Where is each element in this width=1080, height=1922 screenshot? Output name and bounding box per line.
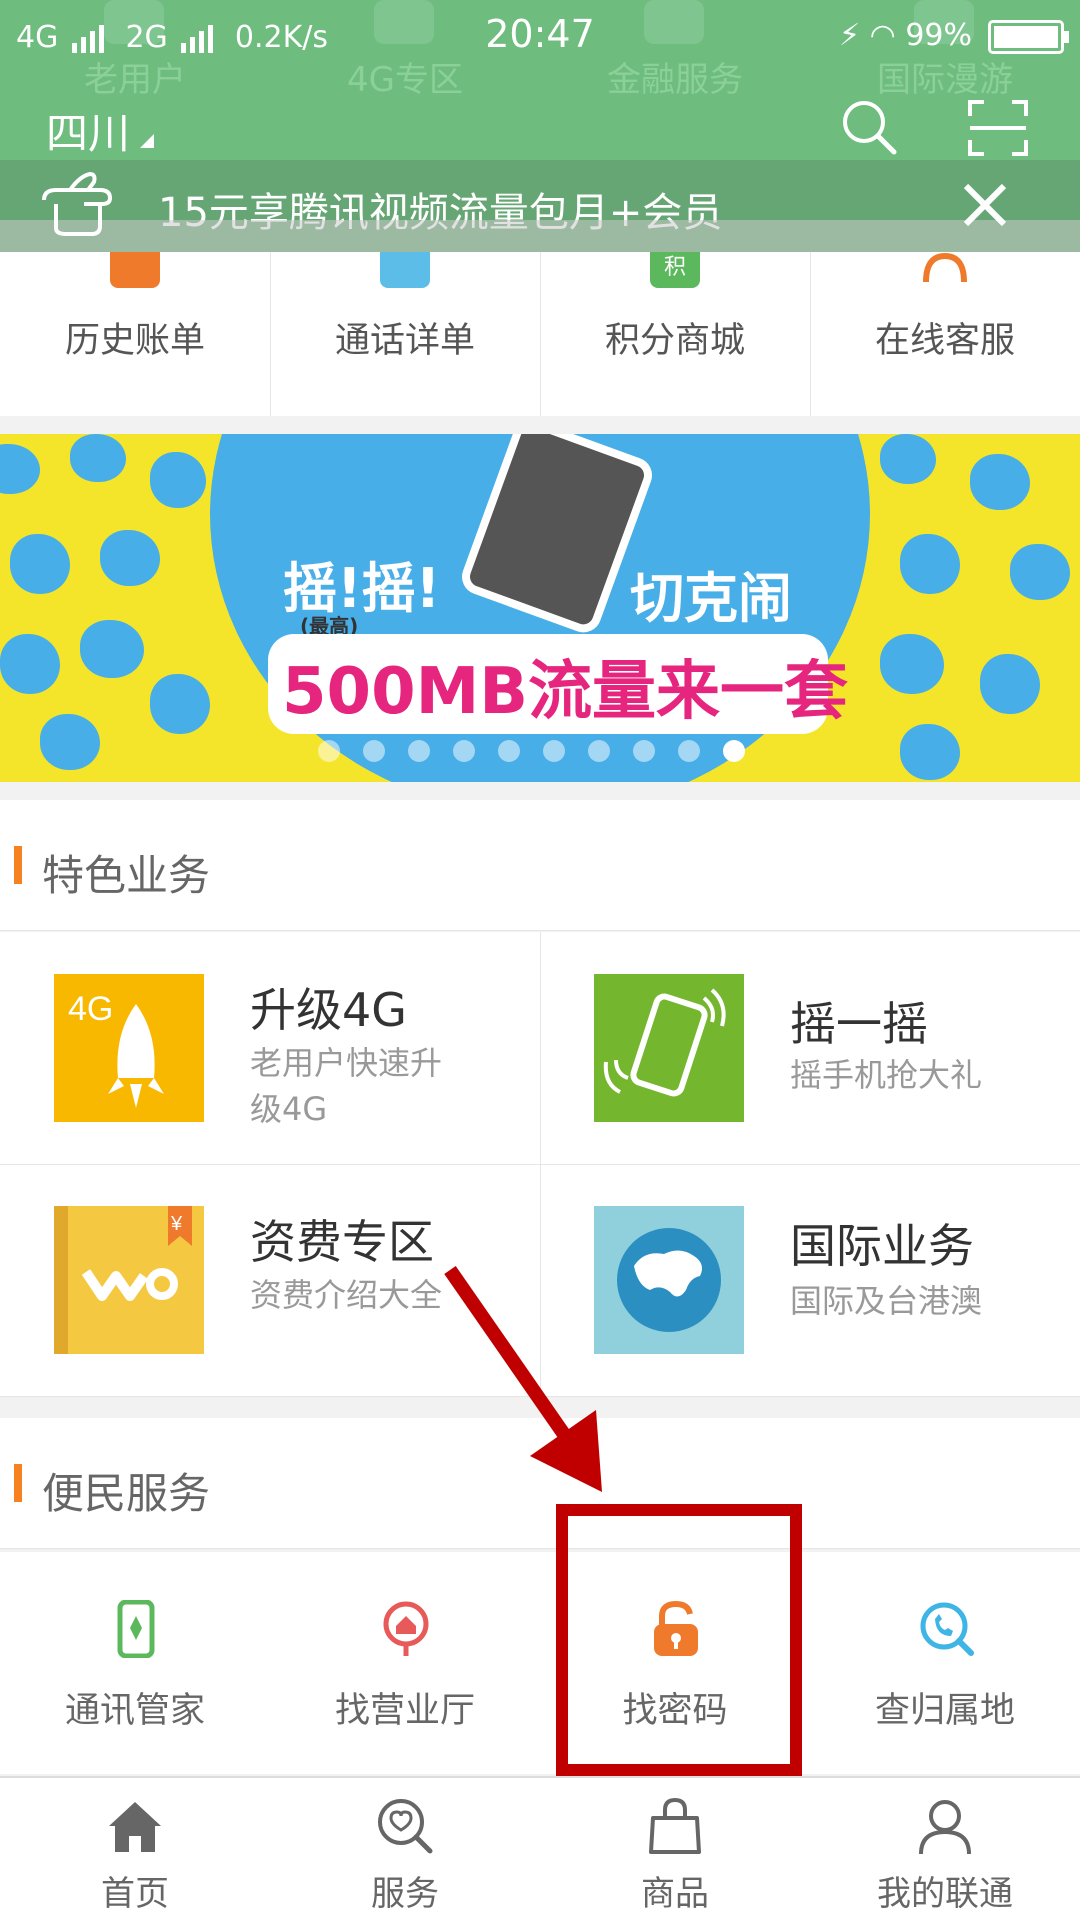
app-header: 老用户 4G专区 金融服务 国际漫游 4G 2G 0.2K/s 20:47 ⚡ … bbox=[0, 0, 1080, 160]
rocket-4g-icon: 4G bbox=[54, 974, 204, 1122]
status-bar: 4G 2G 0.2K/s 20:47 ⚡ ◠ 99% bbox=[0, 0, 1080, 70]
tab-service[interactable]: 服务 bbox=[270, 1778, 540, 1922]
service-grid: 通讯管家 找营业厅 找密码 查归属地 bbox=[0, 1552, 1080, 1774]
region-selector[interactable]: 四川 bbox=[46, 100, 155, 161]
dropdown-triangle-icon bbox=[140, 134, 155, 148]
service-label: 通讯管家 bbox=[64, 1691, 205, 1731]
quick-link-points-mall[interactable]: 积 积分商城 bbox=[540, 252, 811, 416]
section-featured-header: 特色业务 bbox=[0, 800, 1080, 931]
phone-search-icon bbox=[920, 1602, 974, 1656]
close-icon[interactable] bbox=[960, 180, 1010, 230]
card-subtitle: 摇手机抢大礼 bbox=[790, 1056, 983, 1094]
charging-icon: ⚡ bbox=[838, 18, 861, 53]
quick-link-online-service[interactable]: 在线客服 bbox=[810, 252, 1080, 416]
region-label: 四川 bbox=[46, 109, 131, 158]
tab-home[interactable]: 首页 bbox=[0, 1778, 270, 1922]
annotation-arrow bbox=[444, 1266, 602, 1492]
card-subtitle: 国际及台港澳 bbox=[790, 1282, 983, 1320]
tab-label: 服务 bbox=[371, 1874, 439, 1914]
user-icon bbox=[919, 1800, 971, 1855]
banner-text-checknow: 切克闹 bbox=[630, 567, 792, 630]
scan-icon[interactable] bbox=[968, 100, 1028, 156]
tab-label: 首页 bbox=[101, 1874, 169, 1914]
points-bag-icon: 积 bbox=[650, 252, 700, 288]
bill-icon bbox=[110, 252, 160, 288]
tab-label: 商品 bbox=[641, 1874, 709, 1914]
pointing-hand-icon bbox=[42, 172, 112, 236]
tariff-book-icon: ¥ bbox=[54, 1206, 204, 1354]
search-icon[interactable] bbox=[838, 96, 898, 156]
quick-link-label: 通话详单 bbox=[334, 321, 475, 361]
tab-label: 我的联通 bbox=[877, 1874, 1013, 1914]
tab-products[interactable]: 商品 bbox=[540, 1778, 810, 1922]
wifi-icon: ◠ bbox=[869, 18, 896, 53]
service-phone-manager[interactable]: 通讯管家 bbox=[0, 1552, 270, 1774]
battery-icon bbox=[988, 20, 1069, 54]
banner-offer-badge: 500MB流量来一套 bbox=[268, 634, 848, 734]
shopping-bag-icon bbox=[649, 1797, 701, 1854]
section-title: 特色业务 bbox=[42, 851, 211, 900]
card-title: 资费专区 bbox=[250, 1215, 434, 1269]
annotation-highlight-box bbox=[556, 1504, 802, 1776]
quick-link-label: 积分商城 bbox=[604, 321, 745, 361]
banner-offer-text: 500MB流量来一套 bbox=[282, 655, 849, 729]
service-lookup-region[interactable]: 查归属地 bbox=[810, 1552, 1080, 1774]
bottom-tab-bar: 首页 服务 商品 我的联通 bbox=[0, 1776, 1080, 1922]
section-accent-bar bbox=[14, 846, 22, 884]
home-icon bbox=[109, 1802, 161, 1852]
svg-text:4G: 4G bbox=[68, 990, 113, 1028]
quick-link-call-detail[interactable]: 通话详单 bbox=[270, 252, 541, 416]
call-detail-icon bbox=[380, 252, 430, 288]
service-search-icon bbox=[378, 1799, 433, 1854]
quick-link-bill-history[interactable]: 历史账单 bbox=[0, 252, 271, 416]
service-label: 找营业厅 bbox=[334, 1691, 475, 1731]
carousel-dots bbox=[318, 740, 768, 766]
battery-percent: 99% bbox=[905, 18, 972, 53]
shake-phone-icon bbox=[594, 974, 744, 1122]
card-upgrade-4g[interactable]: 4G 升级4G 老用户快速升级4G bbox=[0, 932, 541, 1165]
card-subtitle: 老用户快速升级4G bbox=[250, 1044, 443, 1128]
phone-manager-icon bbox=[117, 1600, 155, 1658]
card-shake[interactable]: 摇一摇 摇手机抢大礼 bbox=[540, 932, 1080, 1165]
card-title: 国际业务 bbox=[790, 1219, 974, 1273]
card-title: 升级4G bbox=[250, 983, 407, 1037]
notice-shadow bbox=[0, 220, 1080, 252]
svg-text:¥: ¥ bbox=[170, 1213, 183, 1235]
quick-link-label: 历史账单 bbox=[64, 321, 205, 361]
service-label: 查归属地 bbox=[874, 1691, 1015, 1731]
promo-carousel[interactable]: 摇!摇! 切克闹 (最高) 500MB流量来一套 bbox=[0, 434, 1080, 782]
service-find-store[interactable]: 找营业厅 bbox=[270, 1552, 540, 1774]
section-title: 便民服务 bbox=[42, 1469, 211, 1518]
store-location-icon bbox=[383, 1601, 429, 1656]
tab-my-unicom[interactable]: 我的联通 bbox=[810, 1778, 1080, 1922]
card-title: 摇一摇 bbox=[790, 997, 928, 1051]
headset-icon bbox=[923, 252, 967, 283]
quick-links: 历史账单 通话详单 积 积分商城 在线客服 bbox=[0, 252, 1080, 416]
quick-link-label: 在线客服 bbox=[874, 321, 1015, 361]
section-accent-bar bbox=[14, 1464, 22, 1502]
